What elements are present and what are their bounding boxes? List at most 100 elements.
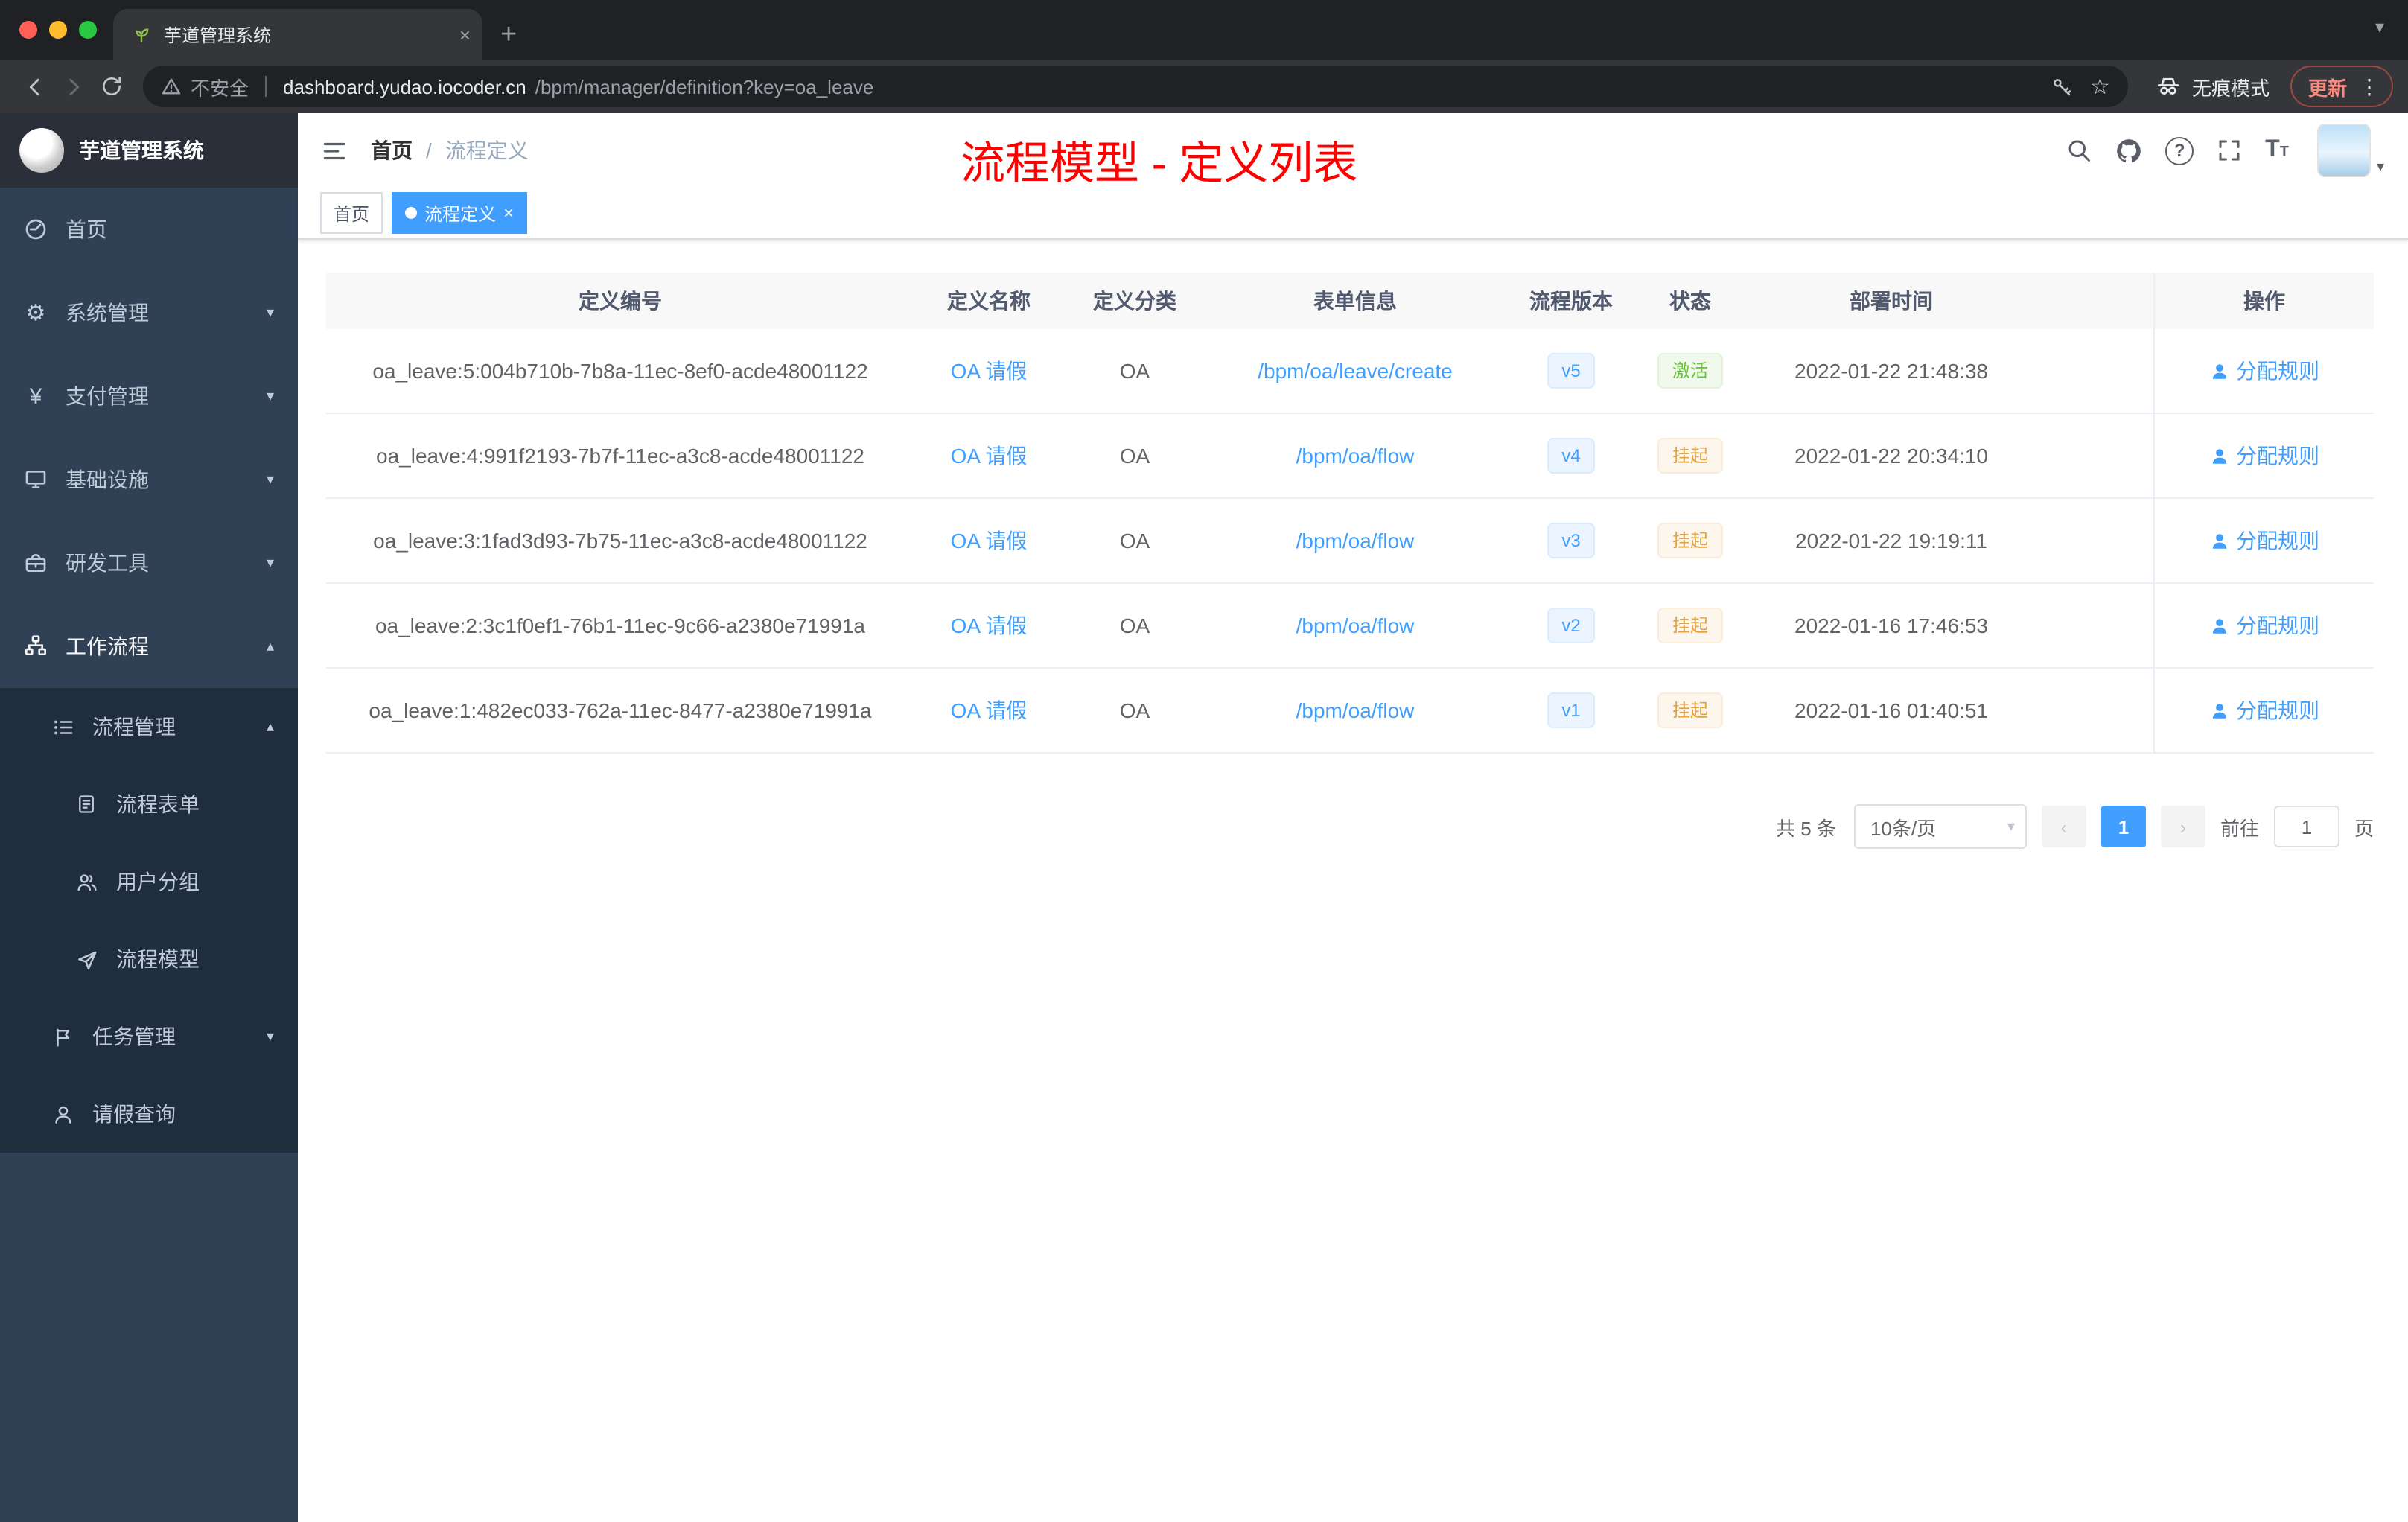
search-icon[interactable] — [2065, 137, 2092, 164]
omnibox[interactable]: 不安全 dashboard.yudao.iocoder.cn /bpm/mana… — [143, 66, 2128, 107]
fullscreen-icon[interactable] — [2216, 137, 2243, 164]
sidebar-item-process-management[interactable]: 流程管理 ▴ — [0, 688, 298, 765]
flag-icon — [51, 1025, 74, 1048]
reload-button[interactable] — [92, 67, 131, 106]
form-info-link[interactable]: /bpm/oa/flow — [1296, 529, 1415, 553]
sidebar: 芋道管理系统 首页 ⚙ 系统管理 ▾ ¥ 支付管理 ▾ 基础设施 ▾ 研发工具 … — [0, 113, 298, 1522]
column-header: 表单信息 — [1313, 289, 1397, 313]
incognito-badge: 无痕模式 — [2155, 72, 2270, 101]
sidebar-item-home[interactable]: 首页 — [0, 188, 298, 271]
browser-toolbar: 不安全 dashboard.yudao.iocoder.cn /bpm/mana… — [0, 60, 2408, 113]
tag-process-definition[interactable]: 流程定义 × — [392, 192, 528, 234]
form-info-link[interactable]: /bpm/oa/flow — [1296, 614, 1415, 637]
sidebar-item-task-management[interactable]: 任务管理 ▾ — [0, 998, 298, 1075]
breadcrumb-home[interactable]: 首页 — [371, 136, 413, 165]
definition-id: oa_leave:3:1fad3d93-7b75-11ec-a3c8-acde4… — [373, 529, 867, 553]
assign-rule-link[interactable]: 分配规则 — [2209, 526, 2319, 555]
tag-close-icon[interactable]: × — [503, 204, 514, 222]
users-icon — [74, 870, 98, 894]
assign-rule-link[interactable]: 分配规则 — [2209, 611, 2319, 640]
minimize-window-button[interactable] — [49, 21, 67, 39]
column-header: 状态 — [1669, 289, 1711, 313]
definition-name-link[interactable]: OA 请假 — [951, 356, 1028, 386]
bookmark-star-icon[interactable]: ☆ — [2090, 73, 2110, 100]
sidebar-item-devtools[interactable]: 研发工具 ▾ — [0, 521, 298, 605]
sidebar-item-label: 研发工具 — [66, 551, 149, 575]
incognito-icon — [2155, 73, 2182, 100]
row-spacer — [2040, 329, 2153, 413]
chevron-up-icon: ▴ — [266, 719, 274, 735]
chevron-down-icon: ▾ — [266, 388, 274, 404]
table-row: oa_leave:5:004b710b-7b8a-11ec-8ef0-acde4… — [326, 329, 2374, 414]
table-row: oa_leave:4:991f2193-7b7f-11ec-a3c8-acde4… — [326, 414, 2374, 499]
password-key-icon[interactable] — [2050, 75, 2072, 98]
sidebar-item-process-model[interactable]: 流程模型 — [0, 920, 298, 998]
main-area: 首页 / 流程定义 流程模型 - 定义列表 ? T T ▾ 首页 流程定义 × … — [298, 113, 2408, 1522]
zoom-window-button[interactable] — [79, 21, 97, 39]
sidebar-item-label: 任务管理 — [92, 1025, 176, 1048]
close-window-button[interactable] — [19, 21, 37, 39]
deploy-time: 2022-01-22 20:34:10 — [1794, 444, 1988, 468]
definition-name-link[interactable]: OA 请假 — [951, 526, 1028, 555]
tab-title: 芋道管理系统 — [164, 25, 272, 45]
definition-name-link[interactable]: OA 请假 — [951, 611, 1028, 640]
goto-page-input[interactable] — [2273, 806, 2339, 847]
sidebar-item-system[interactable]: ⚙ 系统管理 ▾ — [0, 271, 298, 354]
prev-page-button[interactable]: ‹ — [2041, 806, 2086, 847]
browser-tabstrip: 芋道管理系统 × + ▾ — [0, 0, 2408, 60]
sidebar-item-leave-query[interactable]: 请假查询 — [0, 1075, 298, 1153]
sidebar-item-infrastructure[interactable]: 基础设施 ▾ — [0, 438, 298, 521]
sidebar-item-label: 用户分组 — [116, 870, 200, 894]
update-button[interactable]: 更新 ⋮ — [2290, 66, 2393, 107]
help-icon[interactable]: ? — [2165, 136, 2194, 165]
github-icon[interactable] — [2115, 136, 2143, 165]
person-icon — [51, 1102, 74, 1126]
page-annotation-title: 流程模型 - 定义列表 — [961, 140, 1358, 189]
page-size-select[interactable]: 10条/页 ▾ — [1853, 804, 2027, 849]
tag-home[interactable]: 首页 — [320, 192, 383, 234]
table-row: oa_leave:1:482ec033-762a-11ec-8477-a2380… — [326, 669, 2374, 754]
assign-rule-link[interactable]: 分配规则 — [2209, 356, 2319, 386]
sidebar-item-workflow[interactable]: 工作流程 ▴ — [0, 605, 298, 688]
table-header-row: 定义编号 定义名称 定义分类 表单信息 流程版本 状态 部署时间 操作 — [326, 273, 2374, 329]
sidebar-item-user-group[interactable]: 用户分组 — [0, 843, 298, 920]
user-avatar-menu[interactable]: ▾ — [2316, 124, 2384, 177]
sidebar-toggle-hamburger-icon[interactable] — [320, 136, 348, 165]
status-badge: 挂起 — [1657, 438, 1723, 474]
browser-tab[interactable]: 芋道管理系统 × — [113, 9, 482, 60]
back-button[interactable] — [15, 67, 54, 106]
avatar[interactable] — [2316, 124, 2371, 177]
favicon-icon — [131, 24, 152, 45]
assign-rule-link[interactable]: 分配规则 — [2209, 695, 2319, 725]
row-spacer — [2040, 669, 2153, 752]
definition-name-link[interactable]: OA 请假 — [951, 695, 1028, 725]
page-1-button[interactable]: 1 — [2100, 806, 2146, 847]
font-size-icon[interactable]: TT — [2265, 138, 2289, 162]
row-spacer — [2040, 499, 2153, 582]
browser-menu-kebab-icon[interactable]: ⋮ — [2354, 74, 2384, 99]
dashboard-icon — [24, 217, 48, 241]
breadcrumb-current: 流程定义 — [445, 138, 529, 162]
chevron-down-icon: ▾ — [266, 305, 274, 321]
column-header: 定义编号 — [579, 289, 662, 313]
definition-category: OA — [1119, 614, 1150, 637]
column-header: 部署时间 — [1850, 289, 1933, 313]
security-label: 不安全 — [191, 77, 249, 99]
tab-close-icon[interactable]: × — [459, 25, 471, 44]
sidebar-logo[interactable]: 芋道管理系统 — [0, 113, 298, 188]
next-page-button[interactable]: › — [2160, 806, 2205, 847]
deploy-time: 2022-01-22 21:48:38 — [1794, 359, 1988, 383]
definition-name-link[interactable]: OA 请假 — [951, 441, 1028, 471]
form-info-link[interactable]: /bpm/oa/flow — [1296, 444, 1415, 468]
form-info-link[interactable]: /bpm/oa/flow — [1296, 698, 1415, 722]
form-info-link[interactable]: /bpm/oa/leave/create — [1258, 359, 1453, 383]
logo-avatar — [19, 128, 64, 173]
sidebar-item-payment[interactable]: ¥ 支付管理 ▾ — [0, 354, 298, 438]
sidebar-item-label: 支付管理 — [66, 384, 149, 408]
sidebar-item-process-form[interactable]: 流程表单 — [0, 765, 298, 843]
new-tab-button[interactable]: + — [500, 21, 517, 49]
assign-rule-link[interactable]: 分配规则 — [2209, 441, 2319, 471]
app-navbar: 首页 / 流程定义 流程模型 - 定义列表 ? T T ▾ — [298, 113, 2408, 189]
tab-search-chevron-icon[interactable]: ▾ — [2375, 16, 2384, 37]
forward-button[interactable] — [54, 67, 92, 106]
